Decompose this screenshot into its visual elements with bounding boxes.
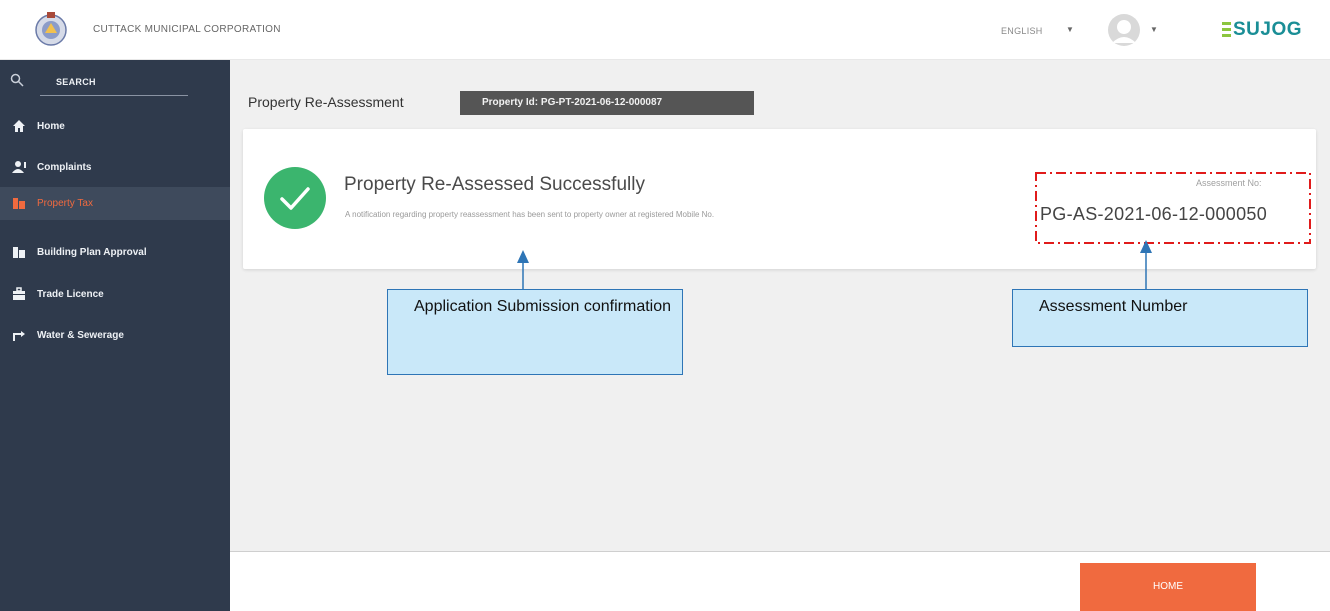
property-tax-icon xyxy=(13,198,25,209)
search-underline xyxy=(40,95,188,96)
tap-icon xyxy=(13,331,25,341)
chevron-down-icon[interactable]: ▼ xyxy=(1066,25,1074,34)
briefcase-icon xyxy=(13,287,25,300)
corporation-logo-icon xyxy=(35,12,67,46)
sidebar-item-water-sewerage[interactable]: Water & Sewerage xyxy=(0,319,230,352)
sidebar-item-trade-licence[interactable]: Trade Licence xyxy=(0,278,230,311)
sidebar-item-label: Building Plan Approval xyxy=(37,247,147,258)
sidebar-item-label: Home xyxy=(37,121,65,132)
property-id-badge: Property Id: PG-PT-2021-06-12-000087 xyxy=(460,91,754,115)
notification-text: A notification regarding property reasse… xyxy=(345,210,715,219)
complaints-icon xyxy=(12,161,26,173)
brand-name: SUJOG xyxy=(1233,19,1303,40)
page-title: Property Re-Assessment xyxy=(248,94,404,110)
building-icon xyxy=(13,247,25,258)
submission-callout: Application Submission confirmation xyxy=(387,289,683,375)
search-icon xyxy=(10,73,24,87)
language-selector[interactable]: ENGLISH xyxy=(1001,26,1043,36)
sidebar-item-label: Water & Sewerage xyxy=(37,330,124,341)
success-message: Property Re-Assessed Successfully xyxy=(344,174,645,195)
home-button[interactable]: HOME xyxy=(1080,563,1256,611)
assessment-callout: Assessment Number xyxy=(1012,289,1308,347)
sidebar-item-building-plan-approval[interactable]: Building Plan Approval xyxy=(0,236,230,269)
sidebar-item-label: Complaints xyxy=(37,162,92,173)
top-header: CUTTACK MUNICIPAL CORPORATION ENGLISH ▼ … xyxy=(0,0,1330,60)
page: CUTTACK MUNICIPAL CORPORATION ENGLISH ▼ … xyxy=(0,0,1330,611)
sidebar-item-home[interactable]: Home xyxy=(0,110,230,143)
sidebar: SEARCH Home Complaints Property Tax Buil… xyxy=(0,60,230,611)
sujog-logo-icon xyxy=(1222,22,1231,37)
sidebar-item-label: Trade Licence xyxy=(37,289,104,300)
checkmark-icon xyxy=(264,167,326,229)
sidebar-search[interactable]: SEARCH xyxy=(0,60,230,102)
sidebar-item-property-tax[interactable]: Property Tax xyxy=(0,187,230,220)
sidebar-item-label: Property Tax xyxy=(37,198,93,209)
home-icon xyxy=(13,120,25,132)
chevron-down-icon[interactable]: ▼ xyxy=(1150,25,1158,34)
search-label: SEARCH xyxy=(56,77,96,87)
assessment-highlight-box xyxy=(1035,172,1311,244)
user-avatar-icon[interactable] xyxy=(1107,13,1141,47)
corporation-name: CUTTACK MUNICIPAL CORPORATION xyxy=(93,24,281,35)
sidebar-item-complaints[interactable]: Complaints xyxy=(0,151,230,184)
